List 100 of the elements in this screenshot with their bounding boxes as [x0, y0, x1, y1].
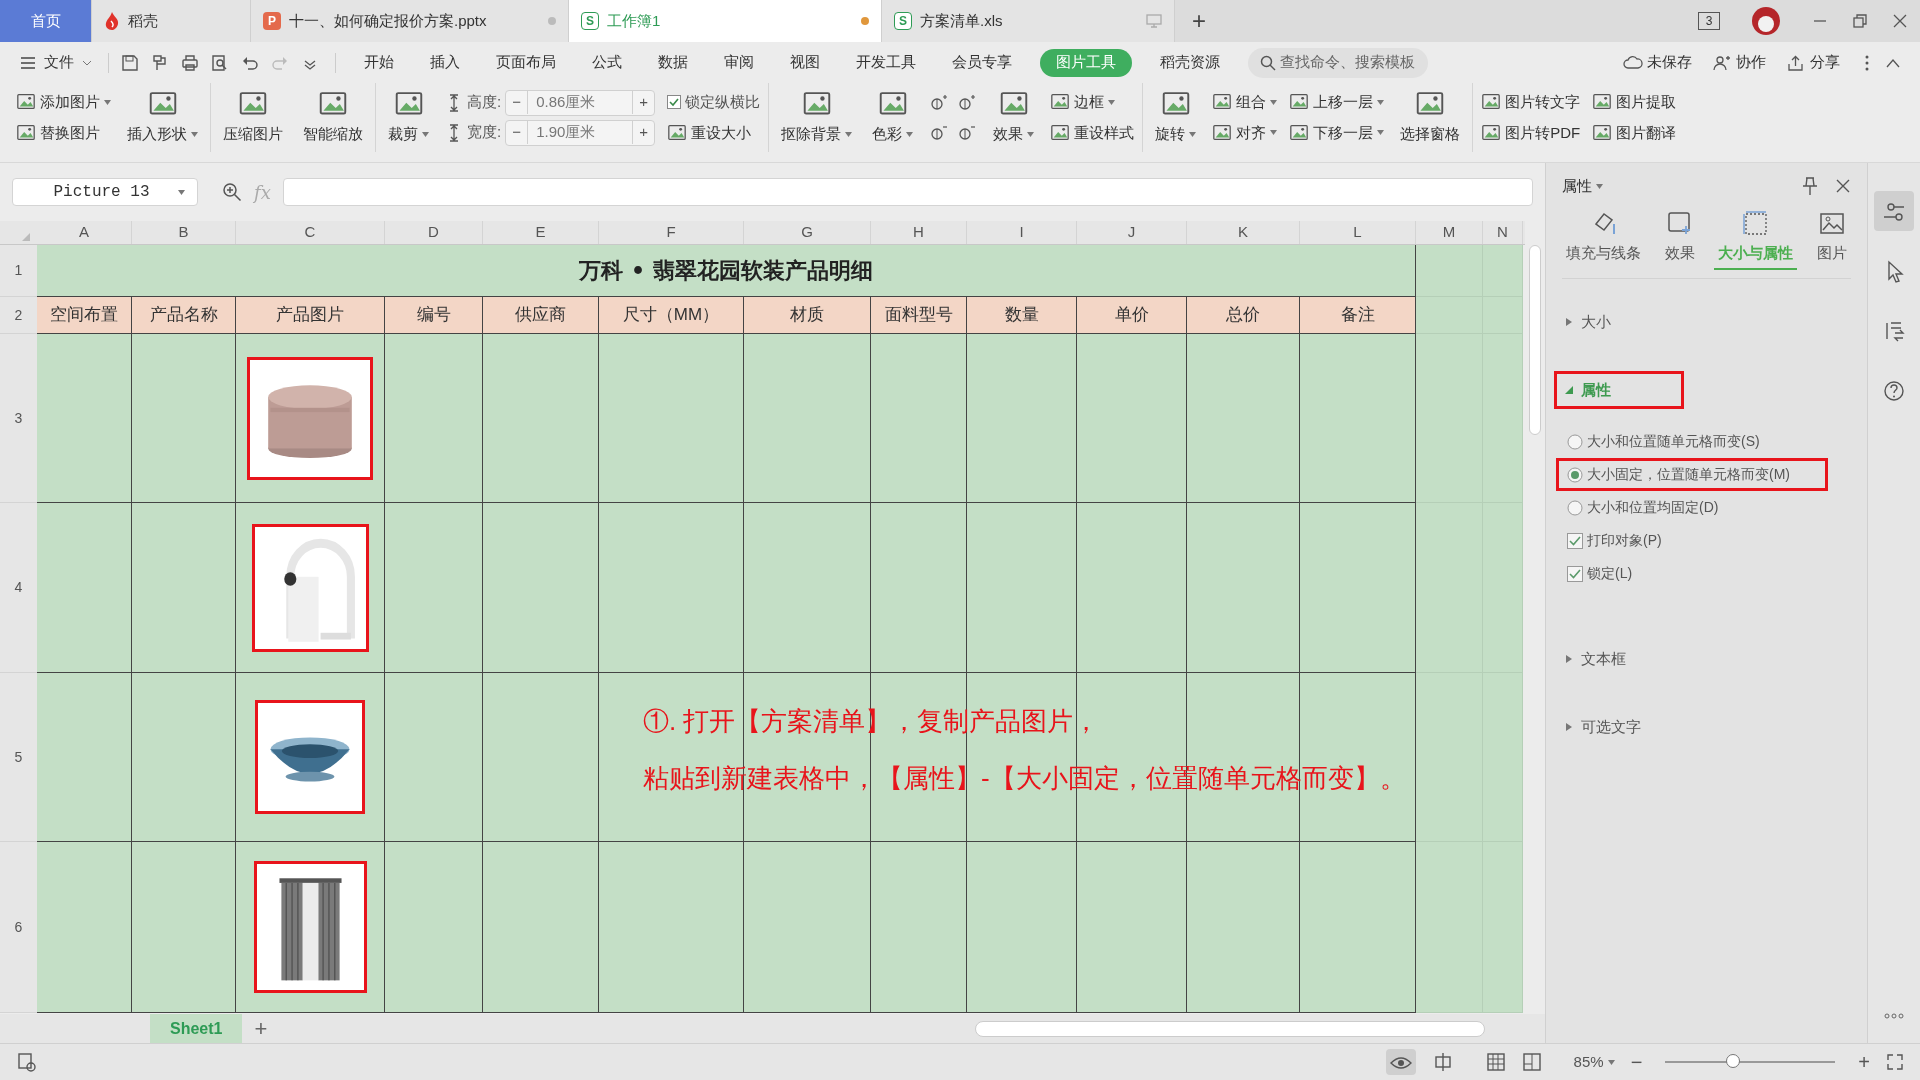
toolbar-button[interactable]: 重设大小 — [667, 121, 761, 144]
toolbar-button[interactable]: 色彩 — [868, 83, 918, 152]
toolbar-button[interactable]: 替换图片 — [16, 121, 111, 144]
toolbar-button[interactable]: 未保存 — [1615, 51, 1700, 74]
file-menu[interactable]: 文件 — [12, 47, 100, 78]
brightness-icon[interactable] — [929, 123, 950, 142]
menu-tab[interactable]: 会员专享 — [936, 48, 1028, 77]
fullscreen-icon[interactable] — [1886, 1053, 1904, 1071]
menu-tab[interactable]: 页面布局 — [480, 48, 572, 77]
collapse-icon[interactable] — [1886, 57, 1900, 68]
macro-icon[interactable] — [16, 1051, 38, 1073]
toolbar-button[interactable]: 图片转PDF — [1481, 121, 1581, 144]
section-header[interactable]: 文本框 — [1554, 640, 1684, 678]
toolbar-button[interactable]: 选择窗格 — [1396, 83, 1465, 152]
checkbox[interactable]: 锁定(L) — [1556, 557, 1828, 590]
column-header[interactable]: J — [1077, 221, 1187, 244]
section-header[interactable]: 可选文字 — [1554, 708, 1684, 746]
row-header[interactable]: 6 — [0, 842, 37, 1013]
row-header[interactable]: 5 — [0, 673, 37, 842]
menu-tab[interactable]: 数据 — [642, 48, 704, 77]
zoom-icon[interactable] — [222, 182, 242, 202]
tab[interactable]: 稻壳 — [92, 0, 251, 42]
checkbox[interactable]: 打印对象(P) — [1556, 524, 1828, 557]
radio-option[interactable]: 大小和位置均固定(D) — [1556, 491, 1828, 524]
menu-tab[interactable]: 视图 — [774, 48, 836, 77]
column-header[interactable]: G — [744, 221, 871, 244]
tab[interactable]: S 工作簿1 — [569, 0, 882, 42]
column-header[interactable]: F — [599, 221, 744, 244]
toolbar-button[interactable]: 图片翻译 — [1592, 121, 1677, 144]
row-header[interactable]: 2 — [0, 297, 37, 334]
tab[interactable]: 首页 — [0, 0, 92, 42]
panel-title[interactable]: 属性 — [1562, 175, 1603, 198]
column-header[interactable]: I — [967, 221, 1077, 244]
row-header[interactable]: 3 — [0, 334, 37, 503]
column-header[interactable]: K — [1187, 221, 1300, 244]
window-count-badge[interactable]: 3 — [1698, 12, 1720, 30]
normal-view-icon[interactable] — [1485, 1052, 1506, 1072]
toolbar-button[interactable]: 下移一层 — [1289, 121, 1385, 144]
toolbar-button[interactable]: 抠除背景 — [777, 83, 857, 152]
column-header[interactable]: M — [1416, 221, 1483, 244]
more-icon[interactable] — [1864, 53, 1870, 72]
formula-input[interactable] — [282, 178, 1533, 206]
toolbar-button[interactable]: 协作 — [1704, 51, 1774, 74]
zoom-level[interactable]: 85% — [1573, 1050, 1615, 1074]
toolbar-button[interactable]: 重设样式 — [1050, 121, 1135, 144]
close-icon[interactable] — [1892, 13, 1908, 29]
panel-tab[interactable]: 效果 — [1660, 209, 1699, 270]
toolbar-button[interactable]: 智能缩放 — [299, 83, 367, 152]
toolbar-button[interactable]: 插入形状 — [123, 83, 202, 152]
toolbar-button[interactable]: 压缩图片 — [219, 83, 287, 152]
zoom-out-button[interactable]: − — [1630, 1047, 1643, 1077]
help-icon[interactable] — [1882, 379, 1906, 403]
menu-tab[interactable]: 公式 — [576, 48, 638, 77]
zoom-in-button[interactable]: + — [1858, 1047, 1870, 1077]
toolbar-button[interactable]: 上移一层 — [1289, 91, 1385, 114]
scrollbar-thumb[interactable] — [1529, 245, 1541, 435]
column-header[interactable]: N — [1483, 221, 1523, 244]
menu-tab[interactable]: 审阅 — [708, 48, 770, 77]
column-header[interactable]: D — [385, 221, 483, 244]
more-icon[interactable] — [1884, 1013, 1904, 1019]
add-sheet-button[interactable]: + — [242, 1012, 280, 1045]
panel-tab[interactable]: 图片 — [1812, 209, 1851, 270]
save-icon[interactable] — [120, 52, 140, 73]
column-header[interactable]: A — [37, 221, 132, 244]
column-header[interactable]: L — [1300, 221, 1416, 244]
panel-tab[interactable]: 填充与线条 — [1562, 209, 1645, 270]
toolbar-button[interactable]: 图片提取 — [1592, 91, 1677, 114]
contrast-icon[interactable] — [957, 123, 978, 142]
menu-tab[interactable]: 开发工具 — [840, 48, 932, 77]
column-header[interactable]: B — [132, 221, 236, 244]
menu-tab[interactable]: 开始 — [348, 48, 410, 77]
dot-icon[interactable] — [861, 17, 869, 25]
dot-icon[interactable] — [548, 17, 556, 25]
radio-option[interactable]: 大小和位置随单元格而变(S) — [1556, 425, 1828, 458]
menu-tab[interactable]: 稻壳资源 — [1144, 48, 1236, 77]
name-box[interactable]: Picture 13 — [12, 178, 198, 206]
scrollbar-thumb[interactable] — [975, 1020, 1485, 1037]
search-field[interactable]: 查找命令、搜索模板 — [1248, 47, 1428, 78]
checkbox[interactable]: 锁定纵横比 — [667, 91, 761, 114]
column-header[interactable]: C — [236, 221, 385, 244]
page-view-icon[interactable] — [1521, 1052, 1542, 1072]
toolbar-button[interactable]: 图片转文字 — [1481, 91, 1581, 114]
tab[interactable]: S 方案清单.xls — [882, 0, 1175, 42]
spin-field[interactable]: − 0.86厘米 + — [505, 89, 656, 116]
contrast-icon[interactable] — [957, 93, 978, 112]
new-tab-button[interactable]: + — [1175, 0, 1223, 42]
toolbar-button[interactable]: 对齐 — [1212, 121, 1278, 144]
row-header[interactable]: 1 — [0, 245, 37, 297]
section-header[interactable]: 大小 — [1554, 303, 1684, 341]
restore-icon[interactable] — [1852, 13, 1868, 29]
toolbar-button[interactable]: 边框 — [1050, 91, 1135, 114]
print-icon[interactable] — [180, 52, 200, 73]
slider-thumb[interactable] — [1726, 1054, 1741, 1068]
spin-field[interactable]: − 1.90厘米 + — [505, 119, 656, 146]
toolbar-button[interactable]: 添加图片 — [16, 91, 111, 114]
toolbar-button[interactable]: 裁剪 — [384, 83, 433, 152]
toolbar-button[interactable]: 旋转 — [1151, 83, 1201, 152]
row-header[interactable]: 4 — [0, 503, 37, 673]
column-header[interactable]: E — [483, 221, 599, 244]
radio-option[interactable]: 大小固定，位置随单元格而变(M) — [1556, 458, 1828, 491]
